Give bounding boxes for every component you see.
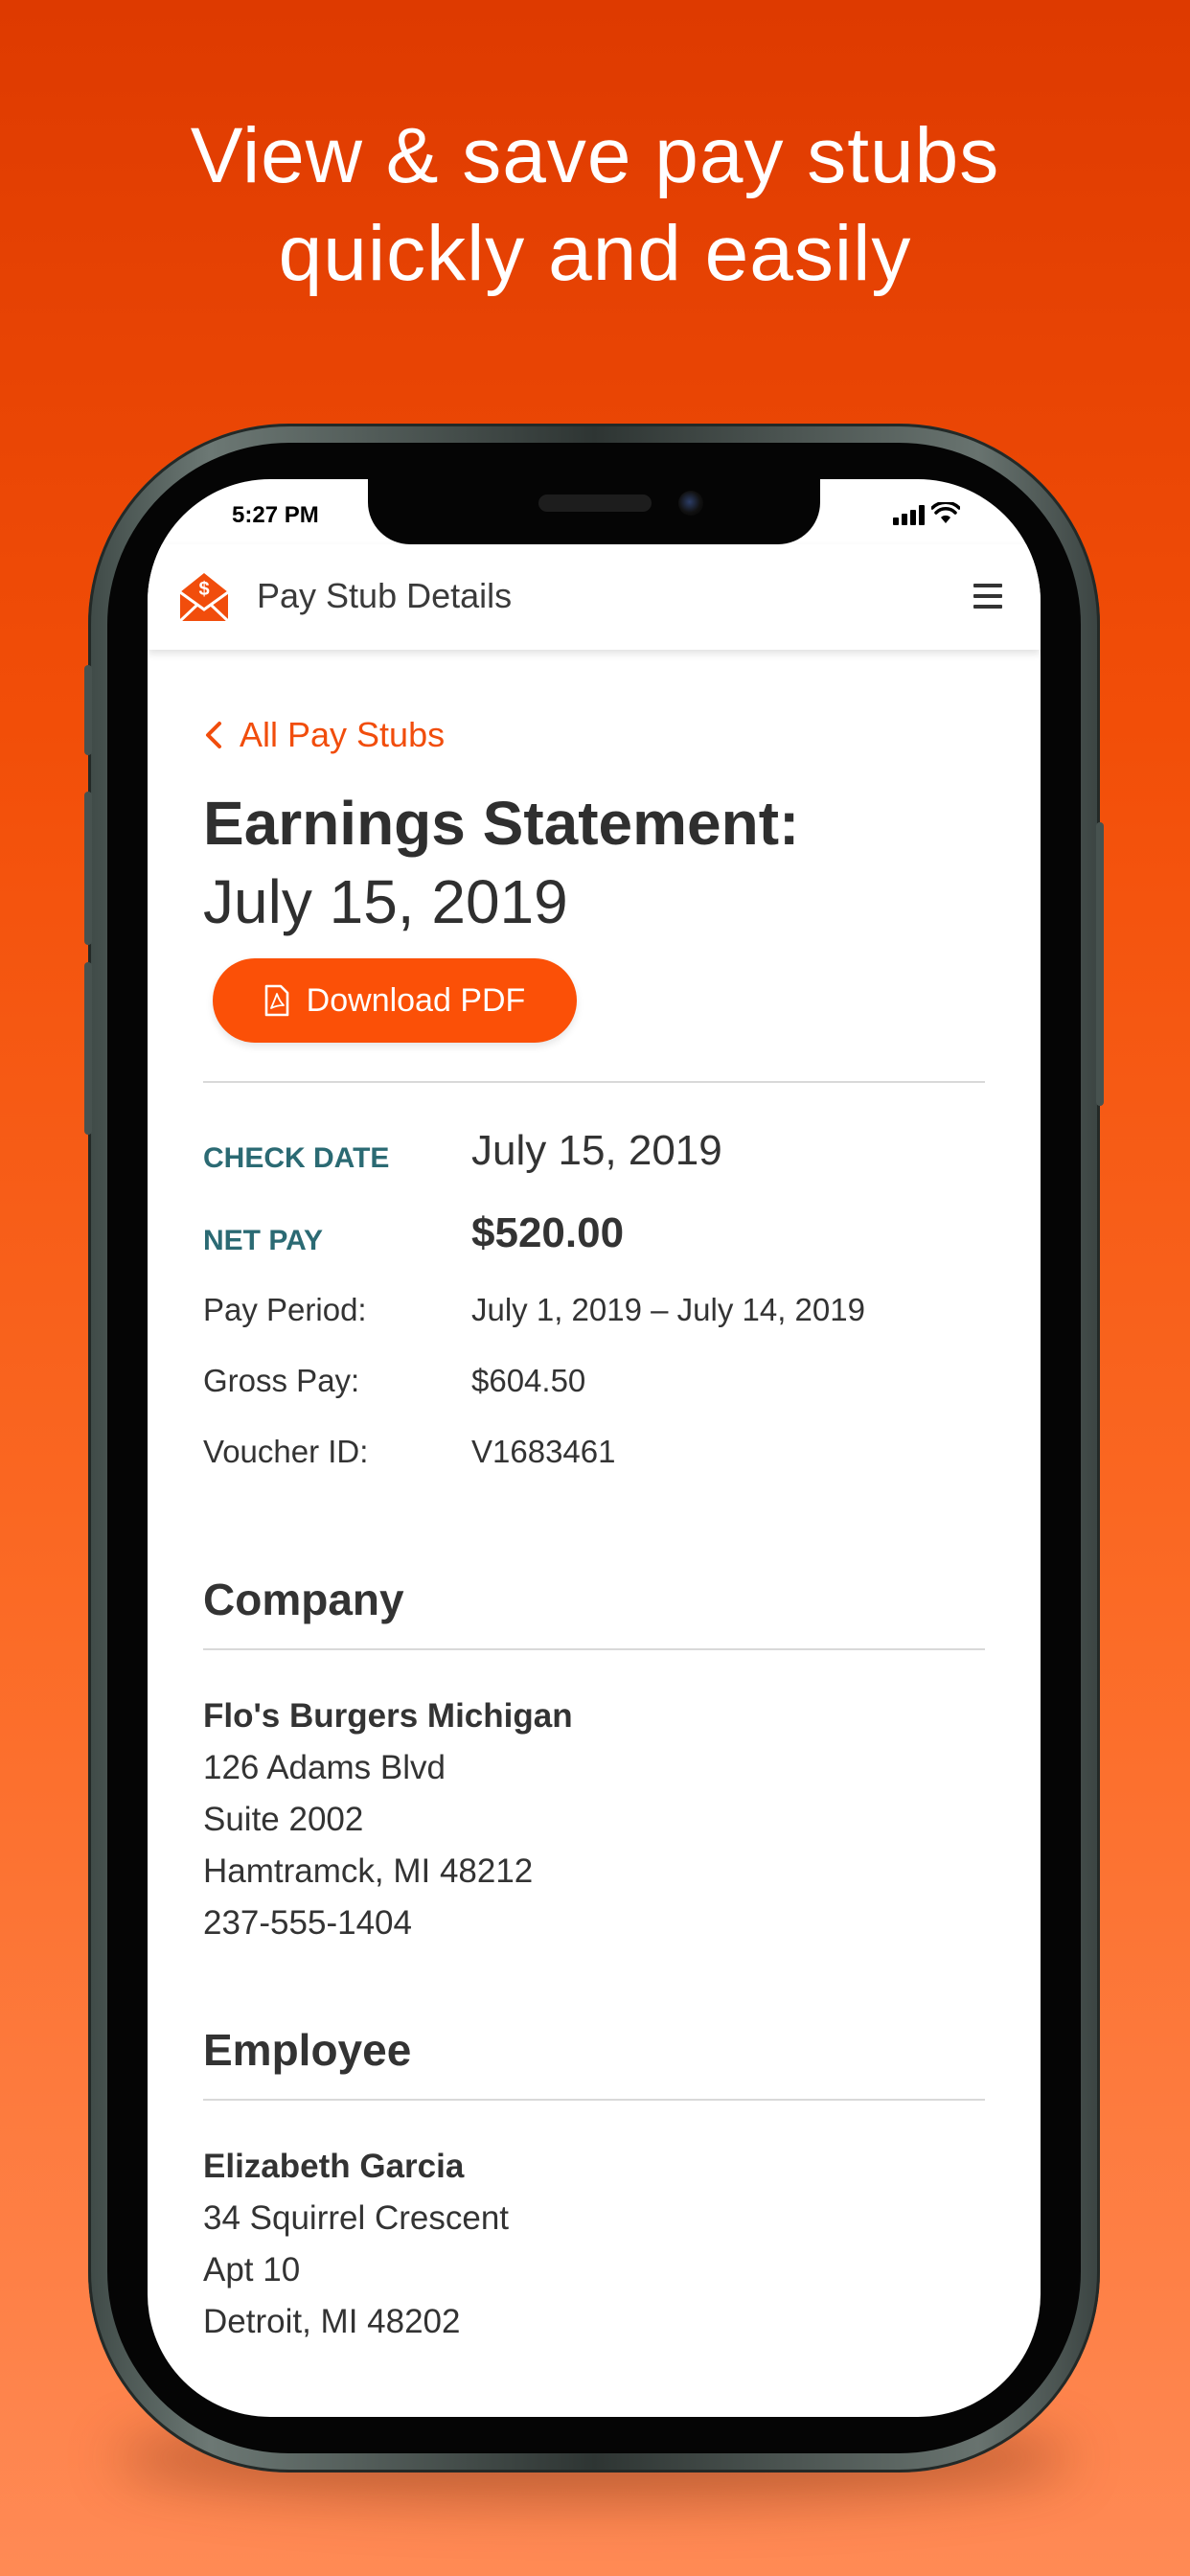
- pdf-file-icon: [264, 984, 288, 1017]
- gross-pay-value: $604.50: [471, 1363, 586, 1398]
- check-date-label: CHECK DATE: [203, 1142, 390, 1174]
- company-address-line2: Suite 2002: [203, 1801, 364, 1838]
- phone-volume-up-button: [84, 792, 92, 945]
- svg-text:$: $: [198, 579, 209, 600]
- voucher-id-value: V1683461: [471, 1434, 616, 1469]
- pay-period-row: Pay Period: July 1, 2019 – July 14, 2019: [203, 1292, 985, 1349]
- employee-heading: Employee: [203, 2025, 412, 2075]
- app-header: $ Pay Stub Details: [148, 544, 1041, 650]
- voucher-id-row: Voucher ID: V1683461: [203, 1434, 985, 1491]
- employee-address-line1: 34 Squirrel Crescent: [203, 2199, 510, 2237]
- chevron-left-icon: [206, 722, 221, 748]
- company-heading: Company: [203, 1575, 404, 1624]
- net-pay-label: NET PAY: [203, 1225, 324, 1256]
- company-phone: 237-555-1404: [203, 1904, 412, 1942]
- company-address-line1: 126 Adams Blvd: [203, 1749, 446, 1786]
- envelope-dollar-icon: $: [178, 573, 230, 623]
- employee-address: Elizabeth Garcia 34 Squirrel Crescent Ap…: [203, 2141, 985, 2348]
- signal-icon: [893, 505, 925, 525]
- company-city-state-zip: Hamtramck, MI 48212: [203, 1852, 534, 1890]
- gross-pay-label: Gross Pay:: [203, 1363, 360, 1398]
- back-link-label: All Pay Stubs: [240, 715, 446, 754]
- gross-pay-row: Gross Pay: $604.50: [203, 1363, 985, 1420]
- pay-period-label: Pay Period:: [203, 1292, 367, 1327]
- employee-divider: [203, 2099, 985, 2101]
- check-date-row: CHECK DATE July 15, 2019: [203, 1127, 985, 1188]
- company-address: Flo's Burgers Michigan 126 Adams Blvd Su…: [203, 1690, 985, 1949]
- promo-headline: View & save pay stubs quickly and easily: [0, 107, 1190, 303]
- promo-headline-line1: View & save pay stubs: [190, 112, 1000, 199]
- phone-volume-down-button: [84, 962, 92, 1135]
- employee-address-line2: Apt 10: [203, 2251, 301, 2288]
- company-divider: [203, 1648, 985, 1650]
- phone-notch: [368, 479, 820, 544]
- net-pay-row: NET PAY $520.00: [203, 1209, 985, 1271]
- employee-city-state-zip: Detroit, MI 48202: [203, 2303, 461, 2340]
- wifi-icon: [931, 502, 960, 523]
- hamburger-menu-icon[interactable]: [973, 583, 1002, 610]
- speaker-grille: [538, 494, 652, 512]
- employee-name: Elizabeth Garcia: [203, 2148, 465, 2185]
- phone-mute-switch: [84, 665, 92, 755]
- phone-screen: 5:27 PM $ Pay Stub Details All Pay Stubs…: [148, 479, 1041, 2417]
- statement-date: July 15, 2019: [203, 867, 568, 936]
- app-title: Pay Stub Details: [257, 576, 513, 615]
- download-pdf-label: Download PDF: [306, 981, 526, 1019]
- check-date-value: July 15, 2019: [471, 1127, 722, 1174]
- voucher-id-label: Voucher ID:: [203, 1434, 369, 1469]
- net-pay-value: $520.00: [471, 1209, 625, 1256]
- promo-headline-line2: quickly and easily: [278, 210, 912, 297]
- front-camera: [678, 491, 703, 516]
- pay-period-value: July 1, 2019 – July 14, 2019: [471, 1292, 865, 1327]
- status-time: 5:27 PM: [232, 502, 319, 528]
- phone-power-button: [1096, 822, 1104, 1106]
- divider: [203, 1081, 985, 1083]
- status-icons: [893, 500, 960, 529]
- download-pdf-button[interactable]: Download PDF: [213, 958, 577, 1043]
- statement-title: Earnings Statement:: [203, 789, 800, 858]
- back-to-all-pay-stubs-link[interactable]: All Pay Stubs: [203, 715, 445, 755]
- company-name: Flo's Burgers Michigan: [203, 1697, 573, 1735]
